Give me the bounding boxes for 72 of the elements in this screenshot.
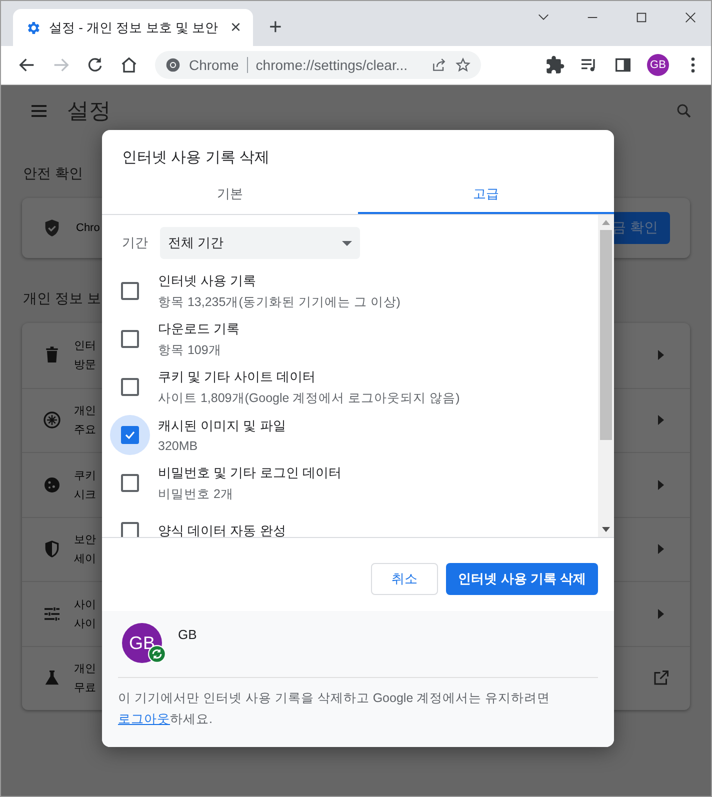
checkbox[interactable] [121,330,139,348]
item-subtitle: 비밀번호 2개 [158,486,234,502]
row-subtitle: 무료 [74,681,96,696]
item-title: 양식 데이터 자동 완성 [158,522,286,537]
item-subtitle: 320MB [158,439,199,453]
item-title: 캐시된 이미지 및 파일 [158,417,286,435]
row-title: 개인 [74,404,96,418]
checkmark-icon [124,429,136,441]
row-title: 인터 [74,339,96,354]
page-title: 설정 [67,97,111,125]
cookie-icon [42,474,62,495]
new-tab-button[interactable]: + [269,16,282,38]
row-subtitle: 방문 [74,358,96,372]
section-heading: 안전 확인 [23,165,83,183]
item-title: 쿠키 및 기타 사이트 데이터 [158,368,316,386]
checkbox[interactable] [121,522,139,537]
row-subtitle: 주요 [74,423,96,438]
url-text: chrome://settings/clear... [256,57,409,73]
item-title: 비밀번호 및 기타 로그인 데이터 [158,464,342,482]
row-subtitle: 시크 [74,488,96,502]
arrow-right-icon[interactable] [658,544,664,554]
row-title: 보안 [74,533,96,548]
share-icon[interactable] [431,57,447,73]
compass-icon [42,410,62,430]
row-title: 쿠키 [74,468,96,483]
arrow-right-icon[interactable] [658,350,664,360]
close-tab-button[interactable]: × [230,17,241,38]
gear-icon [25,20,41,36]
search-icon[interactable] [675,102,693,120]
address-bar[interactable]: Chrome chrome://settings/clear... [155,51,481,79]
home-icon[interactable] [119,55,139,75]
period-label: 기간 [122,234,149,252]
arrow-right-icon[interactable] [658,608,664,619]
arrow-right-icon[interactable] [658,480,664,490]
caret-icon [342,240,352,246]
clear-data-button[interactable]: 인터넷 사용 기록 삭제 [446,563,598,595]
dialog-title: 인터넷 사용 기록 삭제 [121,148,271,168]
item-subtitle: 사이트 1,809개(Google 계정에서 로그아웃되지 않음) [158,390,460,406]
row-title: 사이 [74,598,96,612]
tab-title: 설정 - 개인 정보 보호 및 보안 [49,18,219,36]
row-subtitle: 사이 [74,616,96,631]
sign-out-note: 이 기기에서만 인터넷 사용 기록을 삭제하고 Google 계정에서는 유지하려면 로그아웃하세요. [118,690,552,728]
item-subtitle: 항목 109개 [158,342,222,358]
period-dropdown[interactable]: 전체 기간 [160,227,360,259]
arrow-right-icon[interactable] [658,415,664,426]
browser-tab[interactable]: 설정 - 개인 정보 보호 및 보안 × [13,9,253,46]
star-icon[interactable] [455,57,471,73]
section-heading: 개인 정보 보 [23,290,101,308]
item-title: 인터넷 사용 기록 [158,272,258,290]
puzzle-icon[interactable] [545,55,565,75]
account-name: GB [178,627,197,642]
row-subtitle: 세이 [74,552,96,566]
checkbox[interactable] [121,474,139,492]
external-link-icon[interactable] [652,669,670,688]
dialog-tab[interactable]: 기본 [102,176,358,214]
checkbox[interactable] [121,426,139,444]
cancel-button[interactable]: 취소 [371,563,438,595]
row-title: 개인 [74,662,96,676]
scroll-down-icon[interactable] [602,527,610,532]
maximize-icon[interactable] [635,11,648,24]
checkbox[interactable] [121,282,139,300]
dialog-tab[interactable]: 고급 [358,176,614,214]
item-title: 다운로드 기록 [158,320,240,338]
site-label: Chrome [189,57,239,73]
checkbox[interactable] [121,378,139,396]
close-icon[interactable] [684,11,697,24]
scrollbar[interactable] [598,215,614,537]
sign-out-link[interactable]: 로그아웃 [118,712,170,726]
safety-text: Chro [76,222,100,234]
chrome-logo-icon [165,57,181,73]
item-subtitle: 항목 13,235개(동기화된 기기에는 그 이상) [158,294,400,310]
profile-avatar[interactable]: GB [647,54,669,76]
